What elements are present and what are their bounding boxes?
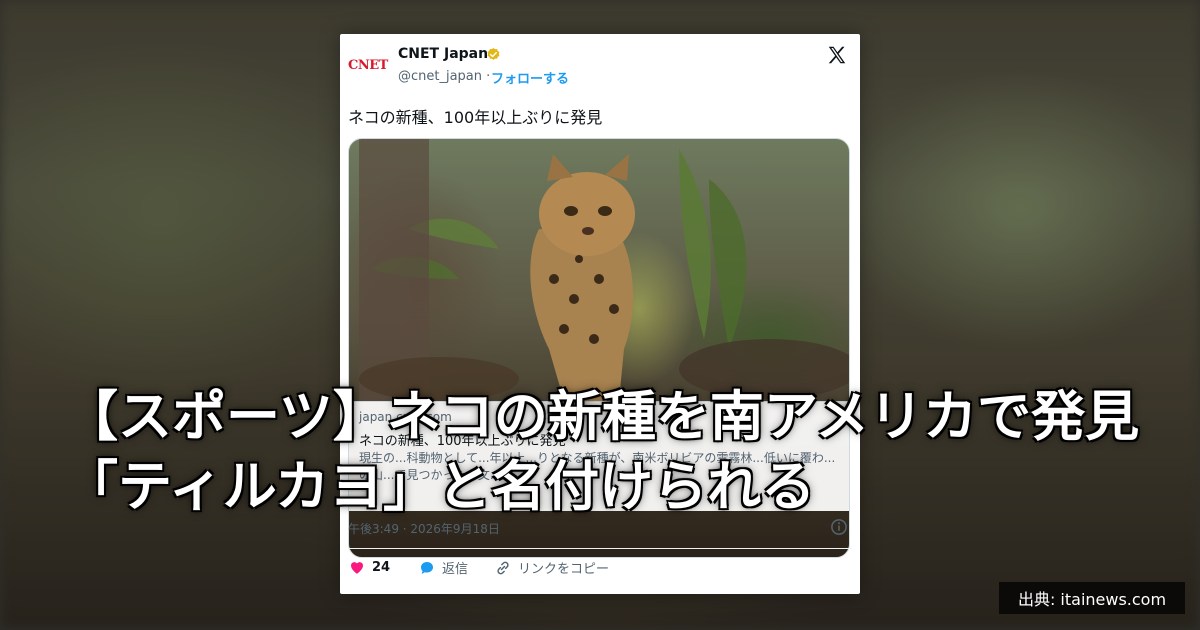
follow-button[interactable]: フォローする [491, 68, 569, 87]
cnet-logo[interactable]: CNET [348, 58, 394, 74]
like-count: 24 [372, 559, 391, 575]
heart-icon [351, 562, 363, 574]
source-badge[interactable]: 出典: itainews.com [999, 582, 1185, 614]
reply-label: 返信 [442, 562, 469, 577]
tweet-timestamp[interactable]: 午後3:49 · 2026年9月18日 [348, 520, 500, 537]
headline: 【スポーツ】ネコの新種を南アメリカで発見 「ティルカヨ」と名付けられる [64, 385, 1193, 518]
copy-link-label: リンクをコピー [518, 562, 610, 577]
tweet-actions: 24 返信 リンクをコピー [348, 558, 852, 580]
tweet-header: CNET CNET Japan @cnet_japan · フォローする [340, 34, 860, 94]
verified-badge-icon [487, 47, 500, 60]
tweet-text: ネコの新種、100年以上ぶりに発見 [348, 108, 603, 127]
account-handle[interactable]: @cnet_japan · [398, 69, 490, 84]
reply-button[interactable]: 返信 [418, 558, 468, 577]
x-logo-icon[interactable] [826, 44, 848, 66]
cat-photo [359, 139, 849, 401]
copy-link-button[interactable]: リンクをコピー [494, 558, 609, 577]
account-name[interactable]: CNET Japan [398, 46, 488, 62]
link-icon [497, 561, 509, 574]
like-button[interactable]: 24 [348, 558, 390, 576]
divider [348, 548, 852, 549]
reply-icon [421, 561, 433, 574]
